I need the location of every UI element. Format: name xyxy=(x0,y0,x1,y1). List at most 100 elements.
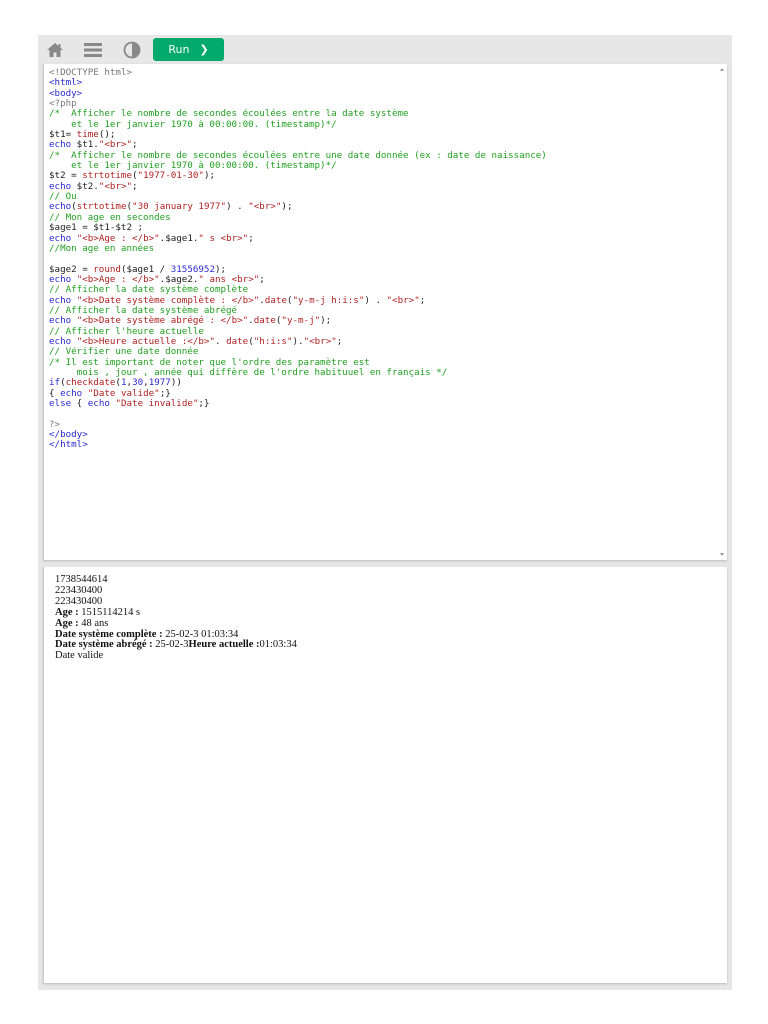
output-value: 25-02-3 01:03:34 xyxy=(165,628,239,640)
code-line: <html> xyxy=(49,78,547,88)
code-content[interactable]: <!DOCTYPE html> <html> <body> <?php/* Affic… xyxy=(49,67,547,451)
code-token: "y-m-j h:i:s" xyxy=(292,294,365,306)
code-token: ; xyxy=(259,273,265,285)
code-editor-frame: Run ❯ <!DOCTYPE html> <html> <body> <?php/*… xyxy=(38,35,732,990)
output-panel: 1738544614 223430400 223430400 Age : 151511… xyxy=(43,567,727,983)
menu-icon[interactable] xyxy=(83,40,103,60)
code-token: { xyxy=(49,387,61,399)
code-line: </body> xyxy=(49,429,547,440)
code-token: if xyxy=(49,377,61,389)
code-token: </html> xyxy=(49,439,88,451)
code-editor[interactable]: <!DOCTYPE html> <html> <body> <?php/* Affic… xyxy=(43,64,727,560)
code-token: /* Afficher le nombre de secondes écoulé… xyxy=(49,108,409,120)
code-token: "h:i:s" xyxy=(253,335,293,347)
code-token: ($age1 / xyxy=(120,263,171,275)
code-token: $age1 = $t1-$t2 ; xyxy=(49,222,144,234)
code-token: ; xyxy=(336,335,343,347)
code-token: "<b>Age : </b>" xyxy=(76,232,160,244)
code-token: "<br>" xyxy=(98,139,133,151)
code-token: date xyxy=(253,315,276,327)
output-value: 223430400 xyxy=(55,584,103,596)
code-token: //Mon age en années xyxy=(49,242,155,254)
code-token: ); xyxy=(281,201,293,213)
code-line: //Mon age en années xyxy=(49,242,547,254)
output-value: 25-02-3 xyxy=(155,639,189,651)
output-label: Age : xyxy=(55,617,82,629)
code-token: checkdate xyxy=(65,377,116,389)
code-token: "<br>" xyxy=(248,201,282,213)
output-value: 48 ans xyxy=(81,617,109,629)
code-line: ?> xyxy=(49,419,547,430)
output-value: 01:03:34 xyxy=(259,639,297,651)
code-line: <body> xyxy=(49,87,547,99)
code-token: echo xyxy=(87,398,110,409)
run-button[interactable]: Run ❯ xyxy=(153,38,224,61)
code-token: echo xyxy=(49,315,72,327)
output-line: Date valide xyxy=(55,650,297,662)
code-token: echo xyxy=(49,273,72,285)
code-token: " ans <br>" xyxy=(198,273,260,285)
code-token: mois , jour , année qui diffère de l'ord… xyxy=(49,366,448,378)
code-token: <?php xyxy=(49,98,77,110)
code-token: echo xyxy=(49,335,72,347)
code-token: et le 1er janvier 1970 à 00:00:00. (time… xyxy=(49,118,337,130)
code-token: echo xyxy=(49,180,72,192)
code-token: strtotime xyxy=(76,201,127,213)
contrast-icon[interactable] xyxy=(122,40,142,60)
code-token: echo xyxy=(49,294,72,306)
output-label: Date système complète : xyxy=(55,628,166,640)
code-token: else xyxy=(49,398,72,409)
code-token: "<b>Heure actuelle :</b>" xyxy=(76,335,215,347)
output-label: Date système abrégé : xyxy=(55,639,156,651)
code-token: $age2 = xyxy=(49,263,94,275)
scrollbar[interactable] xyxy=(717,64,727,560)
output-value: 1738544614 xyxy=(55,574,108,585)
code-token: // Afficher la date système abrégé xyxy=(49,304,238,316)
code-token: "<br>" xyxy=(303,335,337,347)
code-token: // Vérifier une date donnée xyxy=(49,346,199,358)
code-token: "<br>" xyxy=(98,180,133,192)
code-token: ; xyxy=(248,232,254,244)
code-token: echo xyxy=(49,139,72,151)
code-token: 30 xyxy=(132,377,144,389)
code-line: </html> xyxy=(49,440,547,450)
code-token: "1977-01-30" xyxy=(137,170,204,182)
home-icon[interactable] xyxy=(45,40,65,60)
code-token: (); xyxy=(98,129,116,141)
code-token: ) . xyxy=(364,294,387,306)
toolbar: Run ❯ xyxy=(38,35,732,64)
code-token: et le 1er janvier 1970 à 00:00:00. (time… xyxy=(49,160,337,172)
output-value: 1515114214 s xyxy=(81,606,141,618)
code-token: "<b>Date système complète : </b>" xyxy=(76,294,260,306)
code-token: <body> xyxy=(49,87,83,99)
code-token: // Afficher l'heure actuelle xyxy=(49,325,204,337)
code-token: /* Afficher le nombre de secondes écoulé… xyxy=(49,149,547,161)
code-token: "Date invalide" xyxy=(115,398,199,409)
code-token: $t2. xyxy=(71,180,99,192)
code-token: "30 january 1977" xyxy=(132,201,227,213)
code-token: 31556952 xyxy=(170,263,215,275)
code-line: echo $t2."<br>"; xyxy=(49,180,547,192)
code-token: . xyxy=(214,335,227,347)
code-token: 1977 xyxy=(148,377,171,389)
code-token: .$age2. xyxy=(159,273,199,285)
code-token: ; xyxy=(132,139,138,151)
output-value: Date valide xyxy=(55,650,104,662)
code-token: { xyxy=(71,398,88,409)
code-token: // Mon age en secondes xyxy=(49,211,171,223)
code-token: "<br>" xyxy=(386,294,420,306)
code-token: ) . xyxy=(226,201,249,213)
code-token: <html> xyxy=(49,77,83,89)
code-token: echo xyxy=(60,387,83,399)
code-line: else { echo "Date invalide";} xyxy=(49,398,547,409)
output-value: 223430400 xyxy=(55,595,103,607)
code-token: "y-m-j" xyxy=(281,315,321,327)
code-token: $t2 = xyxy=(49,170,83,182)
code-token: time xyxy=(76,129,99,141)
code-token: echo xyxy=(49,232,72,244)
code-token: <!DOCTYPE html> xyxy=(49,67,132,78)
code-token: ; xyxy=(419,294,426,306)
code-token: round xyxy=(93,263,121,275)
output-label: Age : xyxy=(55,606,82,618)
